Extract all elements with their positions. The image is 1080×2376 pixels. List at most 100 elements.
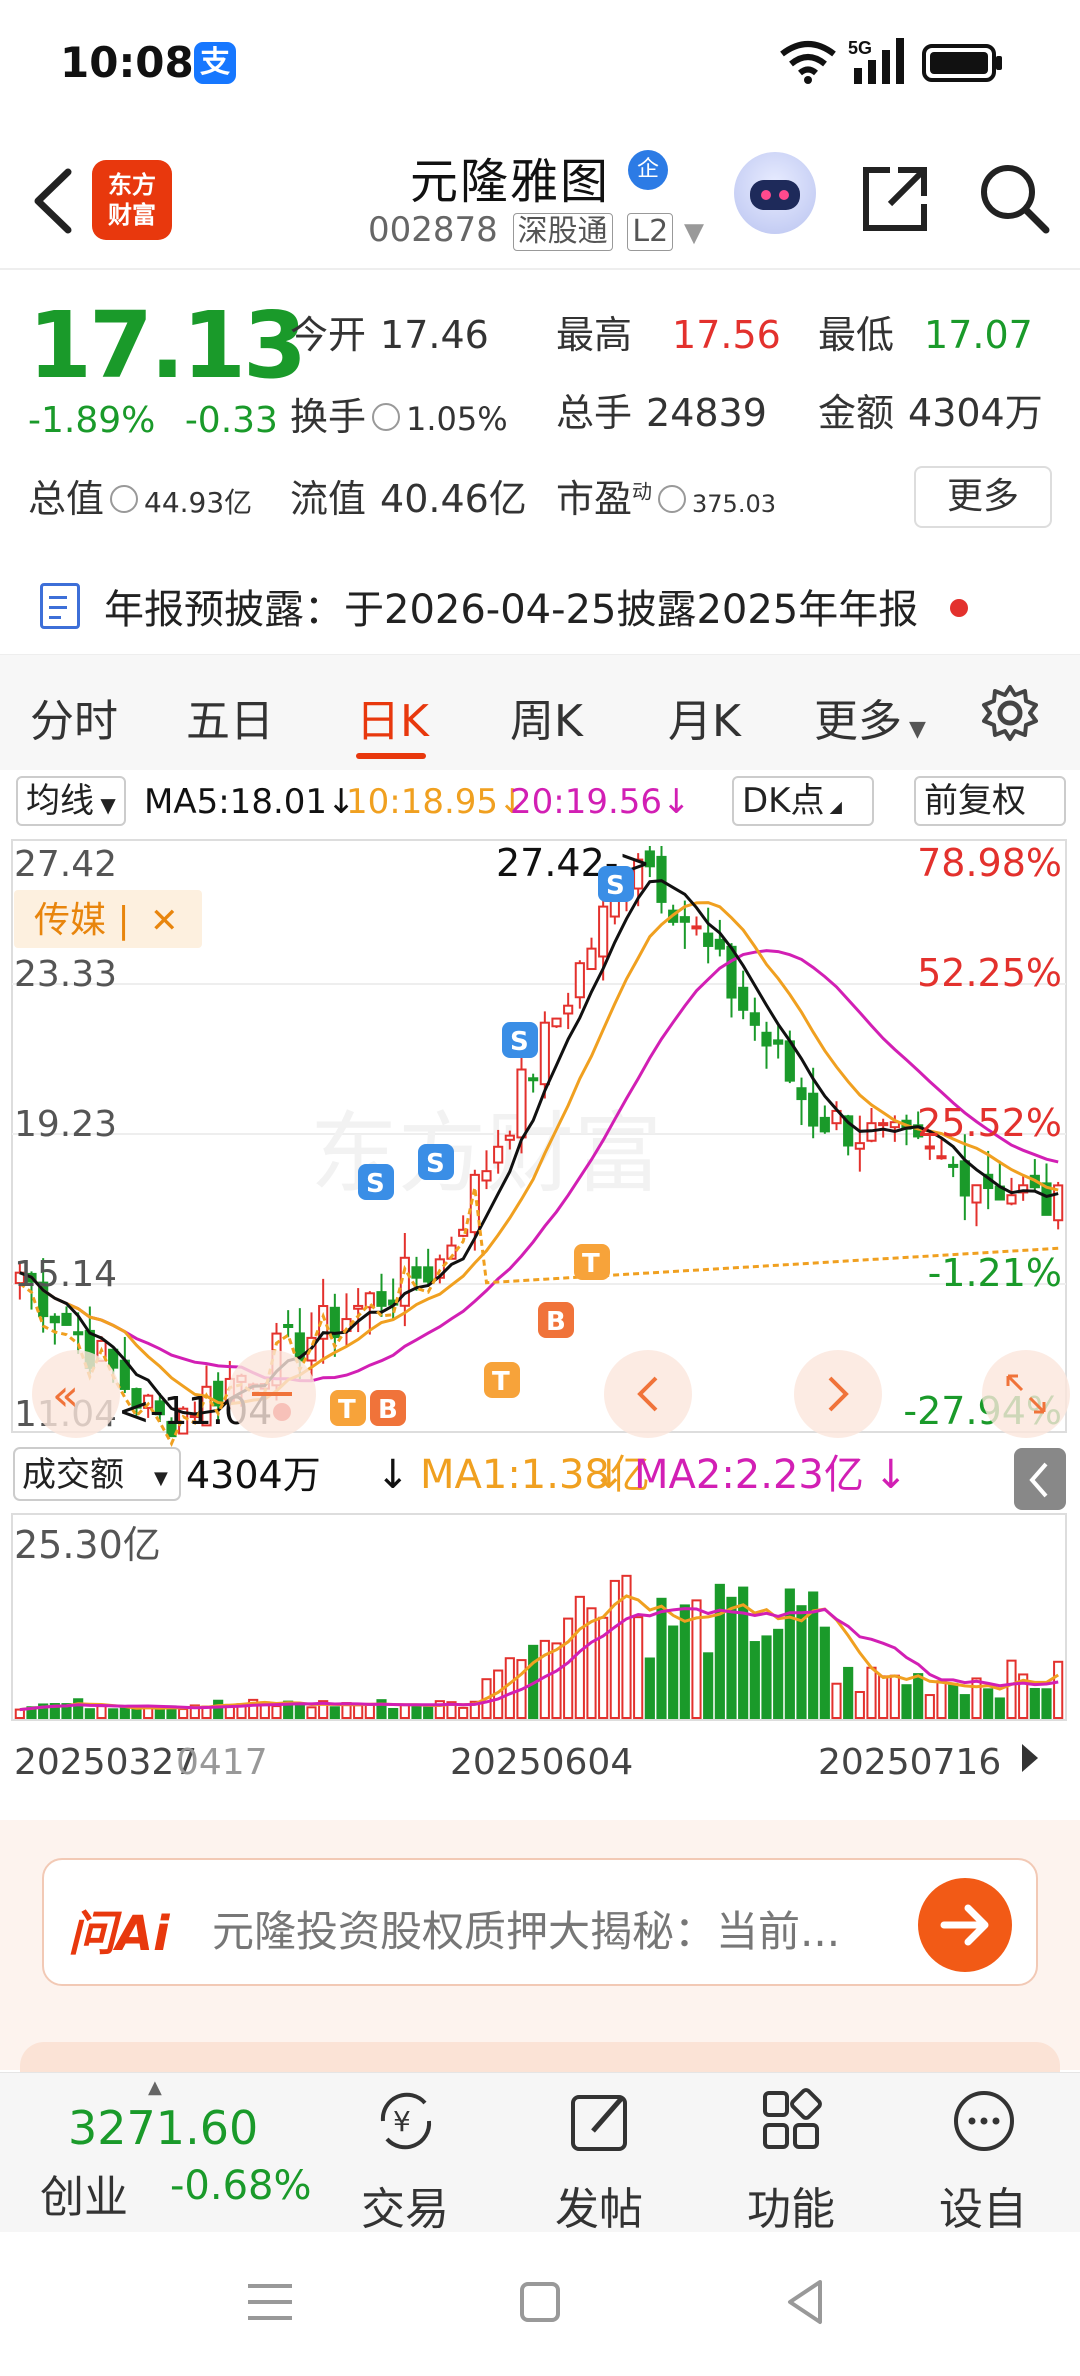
- collapse-button[interactable]: [1014, 1448, 1066, 1510]
- signal-s-marker[interactable]: S: [502, 1022, 538, 1058]
- ma20-value: 20:19.56↓: [510, 782, 691, 822]
- volume-bar: [73, 1698, 84, 1720]
- more-button[interactable]: 更多: [914, 466, 1052, 528]
- eye-icon[interactable]: [658, 484, 687, 513]
- close-icon[interactable]: ✕: [150, 901, 179, 941]
- volume-bar: [306, 1706, 317, 1719]
- home-icon[interactable]: [510, 2272, 570, 2332]
- volume-bar: [889, 1674, 900, 1719]
- menu-icon[interactable]: [240, 2272, 300, 2332]
- price-change: -1.89% -0.33: [28, 400, 278, 441]
- ai-question-text: 元隆投资股权质押大揭秘：当前...: [212, 1907, 841, 1956]
- stock-name[interactable]: 元隆雅图: [410, 142, 610, 212]
- expand-icon[interactable]: [982, 1350, 1070, 1438]
- eye-icon[interactable]: [110, 484, 139, 513]
- volume-bar: [819, 1626, 830, 1719]
- gear-icon[interactable]: [980, 683, 1040, 743]
- tab-five-day[interactable]: 五日: [186, 685, 274, 749]
- pct-label: 78.98%: [917, 841, 1062, 885]
- eye-icon[interactable]: [372, 402, 401, 431]
- document-icon: [40, 583, 80, 629]
- candle: [936, 1155, 947, 1160]
- y-label: 23.33: [14, 954, 117, 995]
- signal-icon: 5G: [848, 38, 904, 84]
- signal-s-marker[interactable]: S: [598, 866, 634, 902]
- svg-text:B: B: [378, 1395, 398, 1425]
- scroll-left-double-icon[interactable]: «: [32, 1350, 120, 1438]
- dk-button[interactable]: DK点 ◢: [732, 776, 874, 826]
- ai-question-box[interactable]: 问Ai 元隆投资股权质押大揭秘：当前...: [42, 1858, 1038, 1986]
- candle: [539, 1021, 550, 1086]
- volume-ma2: MA2:2.23亿: [634, 1452, 864, 1498]
- volume-label: 总手: [556, 391, 633, 435]
- tab-monthly-k[interactable]: 月K: [668, 685, 741, 749]
- svg-text:T: T: [338, 1395, 356, 1425]
- signal-t-marker[interactable]: T: [484, 1362, 520, 1398]
- nav-post-label: 发帖: [555, 2184, 643, 2235]
- battery-icon: [922, 44, 1002, 82]
- tab-intraday[interactable]: 分时: [30, 685, 118, 749]
- caret-up-icon: ▲: [148, 2077, 162, 2098]
- tab-more[interactable]: 更多 ▼: [814, 685, 926, 749]
- volume-bar: [936, 1680, 947, 1719]
- signal-t-marker[interactable]: T: [330, 1390, 366, 1426]
- back-icon[interactable]: [28, 166, 88, 236]
- candle: [551, 1017, 562, 1028]
- volume-value: 4304万: [186, 1453, 321, 1497]
- signal-b-marker[interactable]: B: [538, 1302, 574, 1338]
- trade-icon: ¥: [380, 2092, 432, 2150]
- enterprise-badge[interactable]: 企: [628, 150, 668, 190]
- robot-icon: [750, 180, 800, 210]
- pe-field: 市盈动 375.03: [556, 468, 776, 523]
- volume-bar: [703, 1652, 714, 1719]
- sector-tag[interactable]: 传媒 |: [34, 900, 130, 941]
- candle: [574, 962, 585, 999]
- share-icon[interactable]: [858, 160, 934, 236]
- chevron-down-icon[interactable]: ▼: [684, 218, 704, 248]
- volume-bar: [458, 1706, 469, 1719]
- stock-code: 002878: [368, 210, 498, 250]
- pct-label: -1.21%: [928, 1251, 1062, 1295]
- tag-level[interactable]: L2: [627, 213, 674, 251]
- tab-daily-k[interactable]: 日K: [356, 685, 429, 749]
- kline-svg[interactable]: 东方财富 27.42 23.33 19.23 15.14 11.04 78.98…: [0, 834, 1080, 1830]
- notice-bar[interactable]: 年报预披露：于2026-04-25披露2025年年报: [0, 555, 1080, 655]
- signal-s-marker[interactable]: S: [418, 1144, 454, 1180]
- back-nav-icon[interactable]: [776, 2272, 836, 2332]
- open-label: 今开: [290, 313, 367, 357]
- pe-sup: 动: [632, 479, 653, 504]
- amount-label: 金额: [818, 391, 895, 435]
- candle: [516, 1068, 527, 1139]
- index-value: 3271.60: [68, 2101, 259, 2155]
- chevron-down-icon[interactable]: ▼: [154, 1468, 168, 1489]
- scroll-right-icon[interactable]: [794, 1350, 882, 1438]
- kline-chart-area[interactable]: 均线 ▼ MA5:18.01↓ 10:18.95↓ 20:19.56↓ DK点 …: [0, 770, 1080, 1830]
- ma-select[interactable]: 均线 ▼: [16, 776, 126, 826]
- grid-icon: [763, 2088, 822, 2149]
- scroll-left-icon[interactable]: [604, 1350, 692, 1438]
- zoom-out-icon[interactable]: [228, 1350, 316, 1438]
- adjust-button[interactable]: 前复权: [914, 776, 1066, 826]
- nav-trade-label: 交易: [361, 2184, 449, 2235]
- candle: [283, 1324, 294, 1329]
- volume-select-label[interactable]: 成交额: [22, 1455, 124, 1495]
- float-label: 流值: [290, 477, 367, 521]
- tab-weekly-k[interactable]: 周K: [510, 685, 583, 749]
- play-right-icon[interactable]: [1022, 1744, 1038, 1772]
- candle: [773, 1039, 784, 1045]
- mktcap-value: 44.93亿: [144, 486, 253, 519]
- search-icon[interactable]: [976, 160, 1052, 236]
- high-label: 最高: [556, 313, 633, 357]
- assistant-avatar[interactable]: [734, 152, 816, 234]
- app-logo-text: 东方 财富: [108, 171, 156, 229]
- candle: [959, 1160, 970, 1197]
- volume-bar: [668, 1625, 679, 1719]
- candle: [749, 1012, 760, 1026]
- alipay-icon: 支: [194, 42, 236, 84]
- signal-t-marker[interactable]: T: [574, 1244, 610, 1280]
- signal-s-marker[interactable]: S: [358, 1164, 394, 1200]
- signal-b-marker[interactable]: B: [370, 1390, 406, 1426]
- svg-text:«: «: [52, 1370, 79, 1421]
- y-label: 19.23: [14, 1104, 117, 1145]
- ai-go-button[interactable]: [918, 1878, 1012, 1972]
